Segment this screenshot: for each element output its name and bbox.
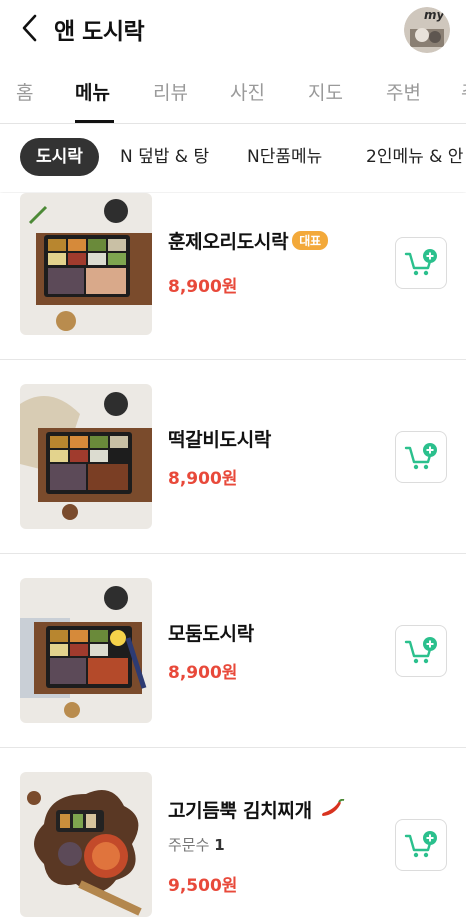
category-chip-single-items[interactable]: N단품메뉴 (247, 138, 322, 176)
cart-add-icon (404, 637, 437, 664)
tab-bar: 홈 메뉴 리뷰 사진 지도 주변 주 (0, 58, 466, 124)
tab-reviews[interactable]: 리뷰 (153, 78, 188, 105)
tab-home[interactable]: 홈 (16, 78, 33, 105)
signature-badge: 대표 (292, 231, 328, 250)
back-button[interactable] (14, 10, 46, 46)
avatar-label: my (424, 8, 445, 22)
menu-item-price: 8,900원 (168, 663, 238, 683)
avatar[interactable]: my (404, 7, 450, 53)
chevron-left-icon (22, 14, 37, 42)
menu-item-name: 훈제오리도시락 대표 (168, 227, 328, 254)
tab-menu[interactable]: 메뉴 (75, 78, 110, 105)
add-to-cart-button[interactable] (395, 431, 447, 483)
tab-nearby[interactable]: 주변 (386, 78, 421, 105)
menu-item-name: 고기듬뿍 김치찌개 (168, 796, 346, 823)
category-chip-two-person[interactable]: 2인메뉴 & 안 (366, 138, 463, 176)
tab-more[interactable]: 주 (461, 78, 466, 105)
menu-item-name: 모둠도시락 (168, 623, 254, 645)
menu-item-price: 8,900원 (168, 469, 238, 489)
food-photo (20, 384, 152, 529)
category-chip-dosirak[interactable]: 도시락 (20, 138, 99, 176)
cart-add-icon (404, 249, 437, 276)
menu-item[interactable]: 떡갈비도시락 8,900원 (0, 360, 466, 554)
menu-item-price: 9,500원 (168, 876, 238, 896)
menu-item[interactable]: 고기듬뿍 김치찌개 주문수 1 9,500원 (0, 748, 466, 918)
active-tab-indicator (75, 120, 114, 123)
food-photo (20, 193, 152, 335)
tab-map[interactable]: 지도 (308, 78, 343, 105)
category-bar: 도시락 N 덮밥 & 탕 N단품메뉴 2인메뉴 & 안 (0, 124, 466, 192)
menu-item-name: 떡갈비도시락 (168, 429, 272, 451)
app-header: 앤 도시락 my (0, 0, 466, 58)
menu-item[interactable]: 모둠도시락 8,900원 (0, 554, 466, 748)
menu-item[interactable]: 훈제오리도시락 대표 8,900원 (0, 193, 466, 360)
tab-photos[interactable]: 사진 (230, 78, 265, 105)
add-to-cart-button[interactable] (395, 625, 447, 677)
chili-pepper-icon (322, 798, 345, 816)
food-photo (20, 578, 152, 723)
order-count: 주문수 1 (168, 836, 225, 854)
category-chip-rice-bowls[interactable]: N 덮밥 & 탕 (120, 138, 209, 176)
add-to-cart-button[interactable] (395, 819, 447, 871)
food-photo (20, 772, 152, 917)
add-to-cart-button[interactable] (395, 237, 447, 289)
cart-add-icon (404, 443, 437, 470)
page-title: 앤 도시락 (54, 19, 145, 45)
menu-item-price: 8,900원 (168, 277, 238, 297)
cart-add-icon (404, 831, 437, 858)
